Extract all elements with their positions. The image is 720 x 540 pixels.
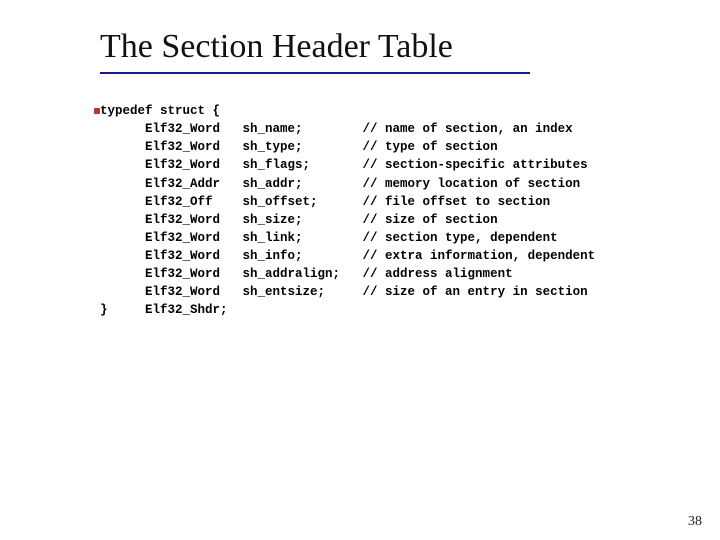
struct-close: } Elf32_Shdr; xyxy=(100,303,228,317)
struct-open: typedef struct { xyxy=(100,104,220,118)
code-block: typedef struct { Elf32_Word sh_name; // … xyxy=(100,102,680,320)
title-underline xyxy=(100,72,530,74)
slide: The Section Header Table typedef struct … xyxy=(0,0,720,540)
page-number: 38 xyxy=(688,514,702,530)
bullet-marker xyxy=(94,108,100,114)
slide-title: The Section Header Table xyxy=(100,28,680,66)
code-lines: Elf32_Word sh_name; // name of section, … xyxy=(100,122,595,299)
